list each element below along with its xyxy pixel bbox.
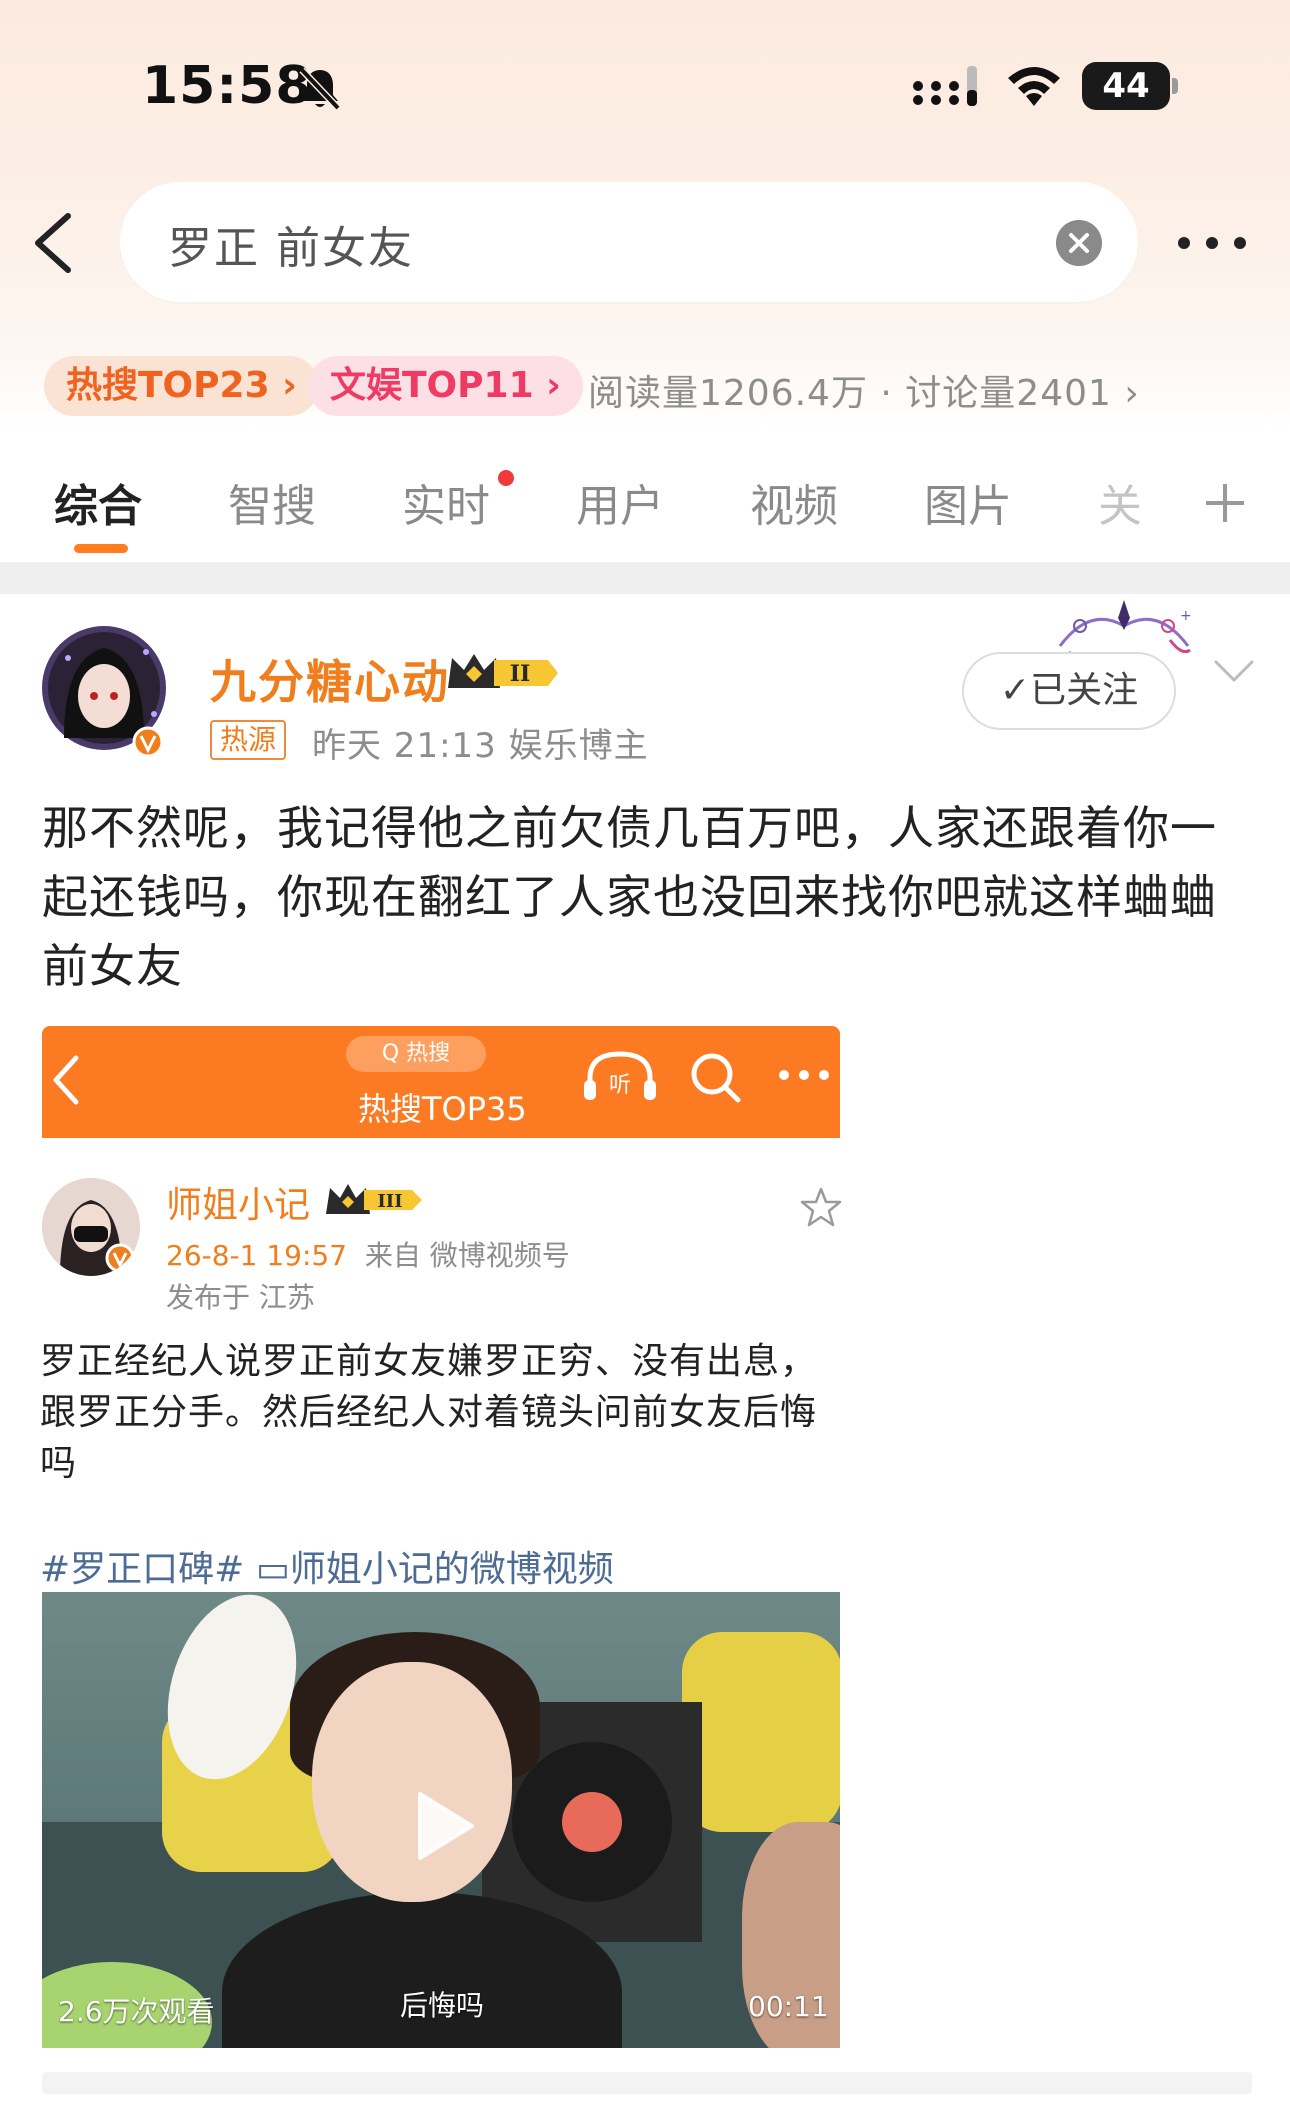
embedded-from: 来自 微博视频号: [364, 1239, 570, 1272]
realtime-new-dot: [498, 470, 514, 486]
video-person-face: [312, 1662, 512, 1902]
embedded-hot-pill: Q 热搜: [346, 1036, 486, 1072]
tab-images[interactable]: 图片: [924, 470, 1012, 534]
search-query[interactable]: 罗正 前女友: [168, 212, 414, 276]
mute-bell-icon: [299, 67, 341, 111]
battery-level: 44: [1102, 66, 1150, 106]
embedded-hot-search-bar: Q 热搜 热搜TOP35 听: [42, 1026, 840, 1138]
video-vinyl-label: [562, 1792, 622, 1852]
vip-crown-icon: II: [448, 654, 558, 688]
tab-realtime[interactable]: 实时: [402, 470, 490, 534]
embedded-crown-level: III: [377, 1191, 402, 1212]
battery-icon: 44: [1082, 62, 1178, 110]
embedded-meta: 26-8-1 19:57 来自 微博视频号: [166, 1234, 570, 1274]
tab-comprehensive[interactable]: 综合: [54, 470, 142, 534]
search-bar[interactable]: 罗正 前女友: [120, 182, 1138, 302]
tab-smart-search[interactable]: 智搜: [228, 470, 316, 534]
search-tabs: 综合 智搜 实时 用户 视频 图片 关: [0, 470, 1290, 560]
user-avatar[interactable]: [34, 618, 174, 758]
play-icon[interactable]: [412, 1788, 478, 1864]
embedded-search-icon: [691, 1053, 741, 1103]
video-thumbnail[interactable]: 2.6万次观看 后悔吗 00:11: [42, 1592, 840, 2048]
video-view-count: 2.6万次观看: [58, 1995, 215, 2028]
follow-button[interactable]: ✓已关注: [962, 652, 1176, 730]
embedded-more-icon: [779, 1070, 829, 1080]
hot-search-rank-chip[interactable]: 热搜TOP23 ›: [44, 356, 320, 416]
chevron-down-icon[interactable]: [1212, 656, 1256, 686]
read-discuss-stats[interactable]: 阅读量1206.4万 · 讨论量2401 ›: [588, 364, 1140, 416]
post-username[interactable]: 九分糖心动: [210, 646, 450, 712]
active-tab-indicator: [74, 544, 128, 553]
embedded-vip-crown-icon: III: [326, 1184, 422, 1214]
tab-more-truncated[interactable]: 关: [1098, 470, 1142, 534]
embedded-location: 发布于 江苏: [166, 1281, 315, 1314]
more-options-icon[interactable]: [1176, 232, 1248, 254]
clock: 15:58: [142, 56, 313, 116]
svg-text:+: +: [1180, 608, 1192, 624]
favorite-star-icon: [800, 1187, 842, 1227]
post-crown-level: II: [510, 661, 531, 687]
section-divider: [0, 562, 1290, 594]
back-arrow-icon[interactable]: [28, 210, 78, 276]
wifi-icon: [1008, 67, 1060, 106]
video-caption: 后悔吗: [400, 1989, 485, 2022]
add-tab-icon[interactable]: [1202, 480, 1248, 526]
tab-video[interactable]: 视频: [750, 470, 838, 534]
video-duration: 00:11: [748, 1990, 829, 2023]
embedded-date: 26-8-1 19:57: [166, 1239, 348, 1272]
headphone-listen-icon: 听: [584, 1051, 656, 1100]
status-bar: 15:58 44: [0, 0, 1290, 170]
video-pillow-right: [682, 1632, 840, 1832]
post-meta: 昨天 21:13 娱乐博主: [312, 726, 649, 766]
source-tag: 热源: [210, 720, 287, 760]
embedded-text: 罗正经纪人说罗正前女友嫌罗正穷、没有出息，跟罗正分手。然后经纪人对着镜头问前女友…: [40, 1341, 818, 1484]
bottom-action-strip: [42, 2072, 1252, 2094]
embedded-back-icon: [53, 1055, 79, 1105]
tab-users[interactable]: 用户: [576, 470, 664, 534]
embedded-username: 师姐小记: [166, 1185, 311, 1226]
embedded-user-avatar: [42, 1178, 140, 1276]
embedded-title: 热搜TOP35: [358, 1090, 527, 1128]
clear-search-icon[interactable]: [1056, 220, 1102, 266]
post-text: 那不然呢，我记得他之前欠债几百万吧，人家还跟着你一起还钱吗，你现在翻红了人家也没…: [42, 801, 1217, 993]
embedded-hashtags[interactable]: #罗正口碑# ▭师姐小记的微博视频: [40, 1540, 614, 1592]
embedded-listen-label: 听: [609, 1073, 631, 1098]
cellular-signal-icon: [913, 66, 977, 106]
entertainment-rank-chip[interactable]: 文娱TOP11 ›: [308, 356, 584, 416]
